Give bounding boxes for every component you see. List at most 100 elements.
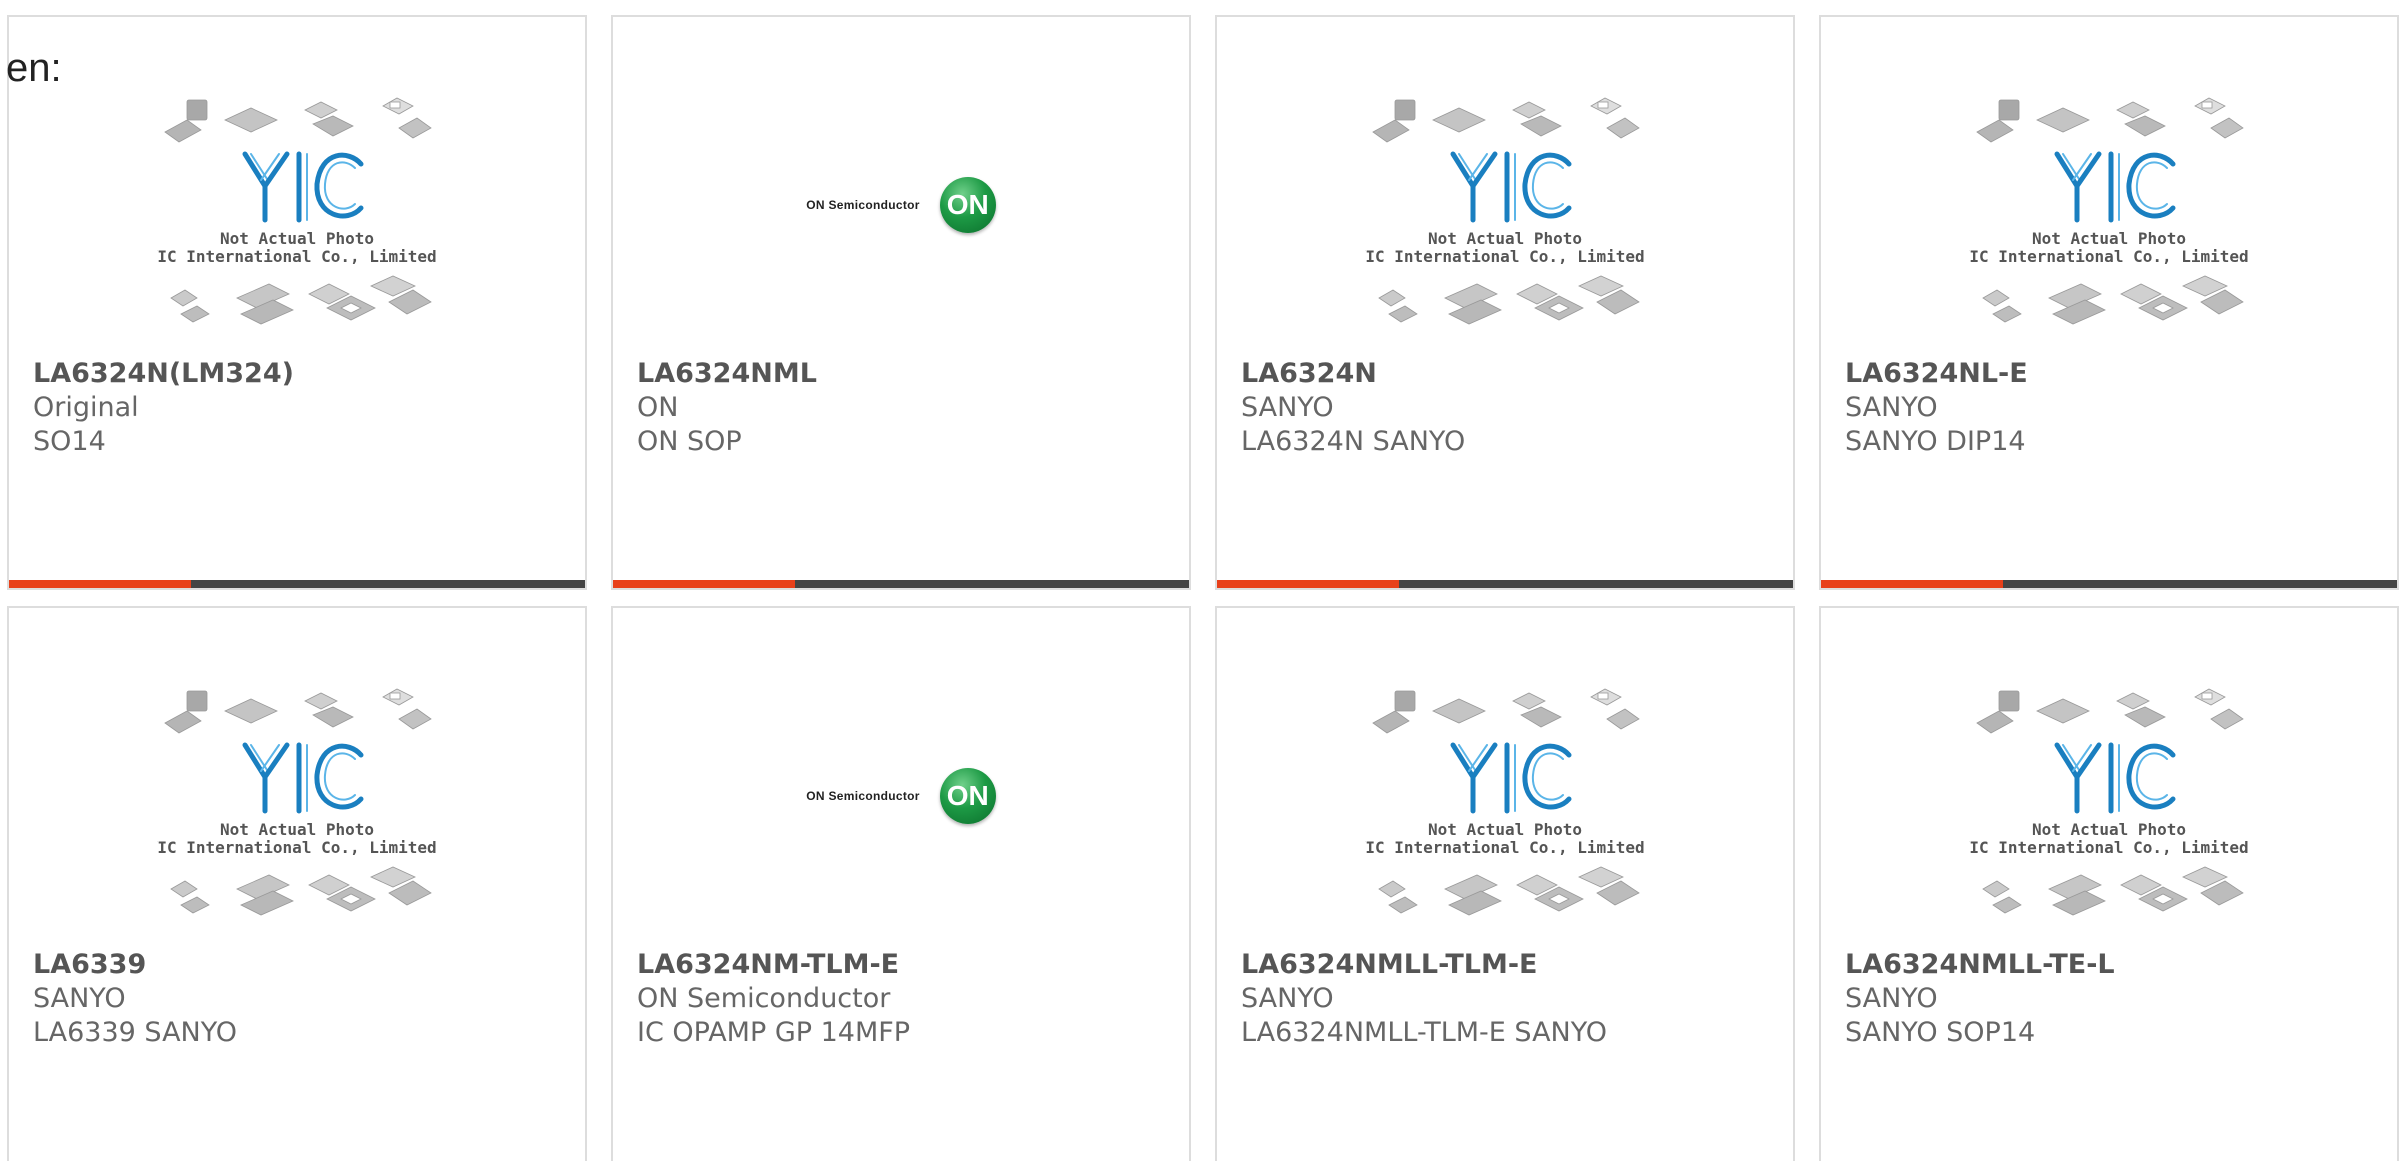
- placeholder-text-line1: Not Actual Photo: [1428, 820, 1582, 839]
- product-brand: ON Semiconductor: [637, 983, 891, 1014]
- product-info: LA6324N SANYO LA6324N SANYO: [1241, 357, 1783, 459]
- placeholder-text-line2: YIC International Co., Limited.: [1969, 247, 2249, 266]
- chip-icons-top: [1976, 688, 2244, 734]
- yic-logo-icon: [1450, 742, 1572, 814]
- product-card[interactable]: ON Semiconductor ON LA6324NM-TLM-E ON Se…: [611, 606, 1191, 1161]
- card-bottom-bar: [613, 580, 1189, 588]
- product-info: LA6324NMLL-TLM-E SANYO LA6324NMLL-TLM-E …: [1241, 948, 1783, 1050]
- yic-placeholder-image: Not Actual Photo YIC International Co., …: [1365, 97, 1645, 325]
- yic-logo-icon: [2054, 151, 2176, 223]
- product-card[interactable]: Not Actual Photo YIC International Co., …: [1215, 15, 1795, 590]
- chip-icons-top: [1372, 688, 1640, 734]
- product-description: LA6324NMLL-TLM-E SANYO: [1241, 1017, 1608, 1048]
- on-badge-text: ON: [946, 189, 989, 220]
- placeholder-text-line2: YIC International Co., Limited.: [1969, 838, 2249, 857]
- chip-icons-bottom: [170, 866, 432, 916]
- product-part-number[interactable]: LA6324N: [1241, 357, 1783, 391]
- product-brand: Original: [33, 392, 139, 423]
- product-image: ON Semiconductor ON: [613, 92, 1189, 362]
- placeholder-text-line1: Not Actual Photo: [2032, 229, 2186, 248]
- chip-icons-bottom: [1378, 275, 1640, 325]
- product-description: IC OPAMP GP 14MFP: [637, 1017, 911, 1048]
- product-brand: SANYO: [1241, 983, 1334, 1014]
- chip-icons-bottom: [1982, 275, 2244, 325]
- product-info: LA6324NM-TLM-E ON Semiconductor IC OPAMP…: [637, 948, 1179, 1050]
- placeholder-text-line1: Not Actual Photo: [1428, 229, 1582, 248]
- yic-placeholder-image: Not Actual Photo YIC International Co., …: [157, 97, 437, 325]
- on-semiconductor-logo: ON Semiconductor ON: [806, 768, 996, 824]
- placeholder-text-line1: Not Actual Photo: [220, 820, 374, 839]
- on-semiconductor-logo: ON Semiconductor ON: [806, 177, 996, 233]
- product-card[interactable]: Not Actual Photo YIC International Co., …: [7, 606, 587, 1161]
- product-image: Not Actual Photo YIC International Co., …: [9, 92, 585, 362]
- product-info: LA6324N(LM324) Original SO14: [33, 357, 575, 459]
- yic-placeholder-image: Not Actual Photo YIC International Co., …: [1365, 688, 1645, 916]
- chip-icons-bottom: [1982, 866, 2244, 916]
- chip-icons-top: [164, 688, 432, 734]
- card-accent-bar: [1821, 580, 2003, 588]
- yic-placeholder-image: Not Actual Photo YIC International Co., …: [1969, 97, 2249, 325]
- product-image: Not Actual Photo YIC International Co., …: [1217, 92, 1793, 362]
- product-grid: Not Actual Photo YIC International Co., …: [7, 15, 2399, 1161]
- product-brand: ON: [637, 392, 679, 423]
- placeholder-text-line1: Not Actual Photo: [220, 229, 374, 248]
- yic-logo-icon: [1450, 151, 1572, 223]
- product-part-number[interactable]: LA6324NML: [637, 357, 1179, 391]
- product-part-number[interactable]: LA6324N(LM324): [33, 357, 575, 391]
- placeholder-text-line2: YIC International Co., Limited.: [1365, 247, 1645, 266]
- on-badge-icon: ON: [939, 177, 996, 233]
- product-card[interactable]: Not Actual Photo YIC International Co., …: [7, 15, 587, 590]
- product-description: ON SOP: [637, 426, 742, 457]
- placeholder-text-line2: YIC International Co., Limited.: [1365, 838, 1645, 857]
- yic-logo-icon: [2054, 742, 2176, 814]
- product-part-number[interactable]: LA6324NL-E: [1845, 357, 2387, 391]
- on-badge-text: ON: [946, 780, 989, 811]
- product-card[interactable]: Not Actual Photo YIC International Co., …: [1819, 606, 2399, 1161]
- card-accent-bar: [1217, 580, 1399, 588]
- product-image: Not Actual Photo YIC International Co., …: [1821, 92, 2397, 362]
- placeholder-text-line1: Not Actual Photo: [2032, 820, 2186, 839]
- yic-logo-icon: [242, 742, 364, 814]
- product-brand: SANYO: [1241, 392, 1334, 423]
- language-label: en:: [6, 46, 62, 90]
- chip-icons-top: [1976, 97, 2244, 143]
- chip-icons-bottom: [170, 275, 432, 325]
- on-badge-icon: ON: [939, 768, 996, 824]
- product-part-number[interactable]: LA6324NMLL-TE-L: [1845, 948, 2387, 982]
- chip-icons-top: [164, 97, 432, 143]
- product-image: Not Actual Photo YIC International Co., …: [9, 683, 585, 953]
- product-description: SANYO DIP14: [1845, 426, 2026, 457]
- placeholder-text-line2: YIC International Co., Limited.: [157, 838, 437, 857]
- yic-logo-icon: [242, 151, 364, 223]
- product-info: LA6339 SANYO LA6339 SANYO: [33, 948, 575, 1050]
- card-accent-bar: [613, 580, 795, 588]
- product-part-number[interactable]: LA6324NM-TLM-E: [637, 948, 1179, 982]
- product-image: Not Actual Photo YIC International Co., …: [1217, 683, 1793, 953]
- product-info: LA6324NML ON ON SOP: [637, 357, 1179, 459]
- yic-placeholder-image: Not Actual Photo YIC International Co., …: [1969, 688, 2249, 916]
- product-brand: SANYO: [1845, 983, 1938, 1014]
- product-brand: SANYO: [1845, 392, 1938, 423]
- on-wordmark: ON Semiconductor: [806, 198, 920, 212]
- product-info: LA6324NL-E SANYO SANYO DIP14: [1845, 357, 2387, 459]
- product-description: SO14: [33, 426, 106, 457]
- card-bottom-bar: [1217, 580, 1793, 588]
- product-image: Not Actual Photo YIC International Co., …: [1821, 683, 2397, 953]
- product-part-number[interactable]: LA6339: [33, 948, 575, 982]
- on-wordmark: ON Semiconductor: [806, 789, 920, 803]
- product-description: SANYO SOP14: [1845, 1017, 2036, 1048]
- product-description: LA6324N SANYO: [1241, 426, 1466, 457]
- card-bottom-bar: [9, 580, 585, 588]
- product-brand: SANYO: [33, 983, 126, 1014]
- product-card[interactable]: Not Actual Photo YIC International Co., …: [1819, 15, 2399, 590]
- product-image: ON Semiconductor ON: [613, 683, 1189, 953]
- product-card[interactable]: ON Semiconductor ON LA6324NML ON ON SOP: [611, 15, 1191, 590]
- product-info: LA6324NMLL-TE-L SANYO SANYO SOP14: [1845, 948, 2387, 1050]
- chip-icons-bottom: [1378, 866, 1640, 916]
- card-bottom-bar: [1821, 580, 2397, 588]
- card-accent-bar: [9, 580, 191, 588]
- product-card[interactable]: Not Actual Photo YIC International Co., …: [1215, 606, 1795, 1161]
- product-part-number[interactable]: LA6324NMLL-TLM-E: [1241, 948, 1783, 982]
- yic-placeholder-image: Not Actual Photo YIC International Co., …: [157, 688, 437, 916]
- placeholder-text-line2: YIC International Co., Limited.: [157, 247, 437, 266]
